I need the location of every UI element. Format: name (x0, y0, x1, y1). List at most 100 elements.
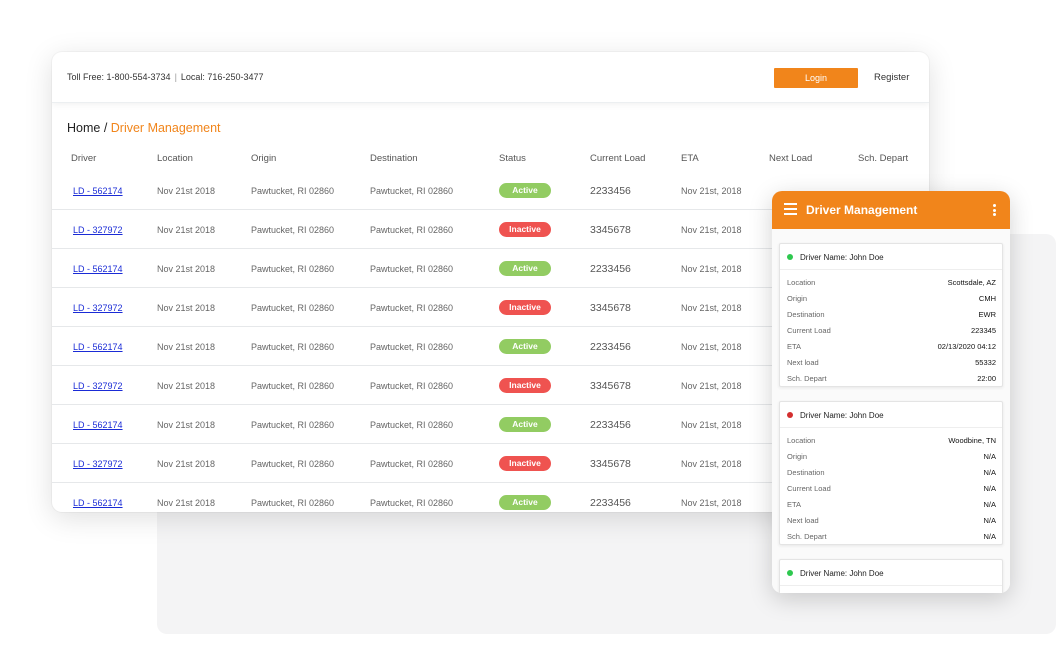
hamburger-icon[interactable] (784, 203, 797, 215)
destination-cell: Pawtucket, RI 02860 (370, 303, 454, 313)
status-dot-icon (787, 412, 793, 418)
origin-cell: Pawtucket, RI 02860 (251, 303, 335, 313)
driver-card[interactable]: Driver Name: John Doe (779, 559, 1003, 593)
column-header-current-load[interactable]: Current Load (590, 153, 645, 164)
driver-id-link[interactable]: LD - 562174 (73, 342, 123, 352)
contact-separator: | (174, 72, 177, 82)
origin-cell: Pawtucket, RI 02860 (251, 420, 335, 430)
destination-cell: Pawtucket, RI 02860 (370, 381, 454, 391)
column-header-destination[interactable]: Destination (370, 153, 418, 164)
driver-card-header: Driver Name: John Doe (780, 402, 1002, 428)
top-bar: Toll Free: 1-800-554-3734 | Local: 716-250… (52, 52, 929, 103)
card-field-label: Origin (787, 294, 808, 303)
breadcrumb-home[interactable]: Home (67, 121, 100, 135)
destination-cell: Pawtucket, RI 02860 (370, 342, 454, 352)
destination-cell: Pawtucket, RI 02860 (370, 420, 454, 430)
column-header-status[interactable]: Status (499, 153, 526, 164)
card-field-value: N/A (983, 468, 996, 477)
origin-cell: Pawtucket, RI 02860 (251, 225, 335, 235)
driver-card[interactable]: Driver Name: John Doe Location Scottsdale,… (779, 243, 1003, 387)
card-field-row: Location Woodbine, TN (780, 432, 1002, 448)
driver-name: Driver Name: John Doe (800, 411, 884, 420)
driver-id-link[interactable]: LD - 562174 (73, 498, 123, 508)
column-header-driver[interactable]: Driver (71, 153, 96, 164)
card-field-value: 22:00 (977, 374, 996, 383)
card-field-row: Destination N/A (780, 464, 1002, 480)
driver-id-link[interactable]: LD - 562174 (73, 186, 123, 196)
mobile-card-list[interactable]: Driver Name: John Doe Location Scottsdale,… (772, 229, 1010, 593)
current-load-cell: 2233456 (590, 341, 631, 353)
location-cell: Nov 21st 2018 (157, 225, 216, 235)
column-header-location[interactable]: Location (157, 153, 193, 164)
location-cell: Nov 21st 2018 (157, 420, 216, 430)
eta-cell: Nov 21st, 2018 (681, 498, 742, 508)
current-load-cell: 2233456 (590, 497, 631, 509)
login-button[interactable]: Login (774, 68, 858, 88)
location-cell: Nov 21st 2018 (157, 381, 216, 391)
driver-id-link[interactable]: LD - 327972 (73, 303, 123, 313)
column-header-eta[interactable]: ETA (681, 153, 699, 164)
eta-cell: Nov 21st, 2018 (681, 186, 742, 196)
card-field-row: Next load 55332 (780, 354, 1002, 370)
card-field-label: Origin (787, 452, 808, 461)
location-cell: Nov 21st 2018 (157, 459, 216, 469)
card-field-value: 55332 (975, 358, 996, 367)
eta-cell: Nov 21st, 2018 (681, 459, 742, 469)
card-field-label: Current Load (787, 326, 831, 335)
column-header-origin[interactable]: Origin (251, 153, 276, 164)
mobile-panel: Driver Management Driver Name: John Doe L… (772, 191, 1010, 593)
eta-cell: Nov 21st, 2018 (681, 381, 742, 391)
driver-id-link[interactable]: LD - 562174 (73, 420, 123, 430)
driver-id-link[interactable]: LD - 327972 (73, 381, 123, 391)
card-field-label: ETA (787, 342, 802, 351)
status-badge: Inactive (499, 300, 551, 315)
status-badge: Inactive (499, 222, 551, 237)
card-field-label: Next load (787, 516, 819, 525)
card-field-row: Origin CMH (780, 290, 1002, 306)
column-header-sch-depart[interactable]: Sch. Depart (858, 153, 908, 164)
card-field-label: Location (787, 436, 816, 445)
card-field-value: N/A (983, 516, 996, 525)
card-field-label: Destination (787, 310, 825, 319)
location-cell: Nov 21st 2018 (157, 186, 216, 196)
eta-cell: Nov 21st, 2018 (681, 420, 742, 430)
contact-info: Toll Free: 1-800-554-3734 | Local: 716-250… (67, 72, 263, 82)
breadcrumb-current: Driver Management (110, 121, 221, 135)
card-field-row: Location Scottsdale, AZ (780, 274, 1002, 290)
table-header: Driver Location Origin Destination Statu… (52, 150, 929, 172)
origin-cell: Pawtucket, RI 02860 (251, 342, 335, 352)
destination-cell: Pawtucket, RI 02860 (370, 459, 454, 469)
card-field-label: Location (787, 278, 816, 287)
register-link[interactable]: Register (874, 72, 909, 83)
destination-cell: Pawtucket, RI 02860 (370, 498, 454, 508)
destination-cell: Pawtucket, RI 02860 (370, 225, 454, 235)
card-field-label: ETA (787, 500, 802, 509)
driver-id-link[interactable]: LD - 327972 (73, 225, 123, 235)
card-field-label: Destination (787, 468, 825, 477)
card-field-row: Destination EWR (780, 306, 1002, 322)
driver-id-link[interactable]: LD - 327972 (73, 459, 123, 469)
status-badge: Active (499, 183, 551, 198)
driver-card-header: Driver Name: John Doe (780, 244, 1002, 270)
card-field-row: Next load N/A (780, 512, 1002, 528)
card-field-row: ETA 02/13/2020 04:12 (780, 338, 1002, 354)
card-field-value: 223345 (970, 326, 996, 335)
destination-cell: Pawtucket, RI 02860 (370, 264, 454, 274)
card-field-label: Sch. Depart (787, 532, 827, 541)
kebab-icon[interactable] (993, 204, 996, 216)
card-field-value: Scottsdale, AZ (947, 278, 996, 287)
origin-cell: Pawtucket, RI 02860 (251, 381, 335, 391)
status-dot-icon (787, 570, 793, 576)
current-load-cell: 3345678 (590, 458, 631, 470)
mobile-header: Driver Management (772, 191, 1010, 229)
origin-cell: Pawtucket, RI 02860 (251, 264, 335, 274)
card-field-value: CMH (978, 294, 996, 303)
card-field-value: N/A (983, 500, 996, 509)
location-cell: Nov 21st 2018 (157, 303, 216, 313)
driver-id-link[interactable]: LD - 562174 (73, 264, 123, 274)
card-field-value: N/A (983, 452, 996, 461)
card-field-value: EWR (978, 310, 997, 319)
driver-card[interactable]: Driver Name: John Doe Location Woodbine, T… (779, 401, 1003, 545)
column-header-next-load[interactable]: Next Load (769, 153, 812, 164)
current-load-cell: 2233456 (590, 263, 631, 275)
